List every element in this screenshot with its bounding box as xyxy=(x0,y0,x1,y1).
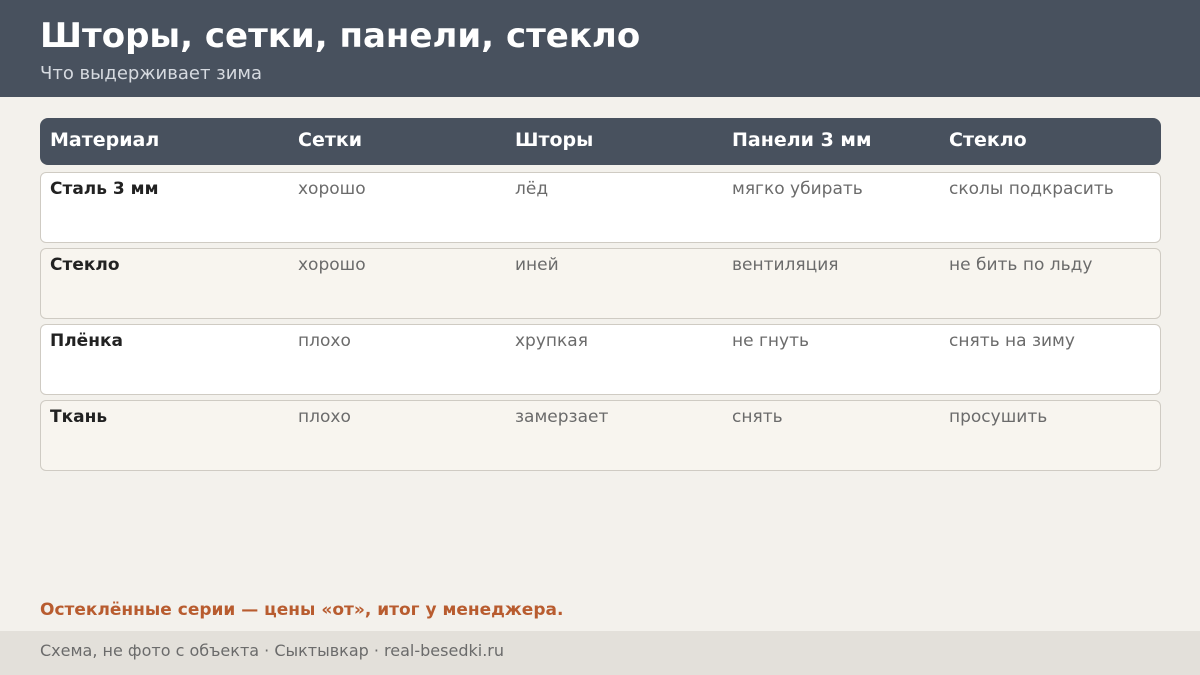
column-header-panels: Панели 3 мм xyxy=(732,129,872,151)
column-header-nets: Сетки xyxy=(298,129,363,151)
table-cell: иней xyxy=(515,255,559,275)
table-cell: снять xyxy=(732,407,783,427)
material-cell: Сталь 3 мм xyxy=(50,179,159,199)
table-row: Плёнка плохо хрупкая не гнуть снять на з… xyxy=(40,324,1161,395)
table-cell: не гнуть xyxy=(732,331,810,351)
table-row: Стекло хорошо иней вентиляция не бить по… xyxy=(40,248,1161,319)
table-cell: снять на зиму xyxy=(949,331,1075,351)
table-cell: плохо xyxy=(298,331,351,351)
table-cell: сколы подкрасить xyxy=(949,179,1114,199)
column-header-glass: Стекло xyxy=(949,129,1027,151)
table-cell: не бить по льду xyxy=(949,255,1093,275)
table-row: Сталь 3 мм хорошо лёд мягко убирать скол… xyxy=(40,172,1161,243)
page-subtitle: Что выдерживает зима xyxy=(40,63,263,84)
table-cell: мягко убирать xyxy=(732,179,863,199)
table-cell: лёд xyxy=(515,179,549,199)
table-cell: замерзает xyxy=(515,407,609,427)
table-cell: хорошо xyxy=(298,179,366,199)
material-cell: Плёнка xyxy=(50,331,123,351)
column-header-material: Материал xyxy=(50,129,160,151)
table-header: Материал Сетки Шторы Панели 3 мм Стекло xyxy=(40,118,1161,165)
page-header: Шторы, сетки, панели, стекло Что выдержи… xyxy=(0,0,1200,97)
table-row: Ткань плохо замерзает снять просушить xyxy=(40,400,1161,471)
footer-caption: Схема, не фото с объекта · Сыктывкар · r… xyxy=(40,641,504,660)
table-cell: плохо xyxy=(298,407,351,427)
material-cell: Ткань xyxy=(50,407,108,427)
page-title: Шторы, сетки, панели, стекло xyxy=(40,16,641,56)
price-note: Остеклённые серии — цены «от», итог у ме… xyxy=(40,600,564,620)
page-footer: Схема, не фото с объекта · Сыктывкар · r… xyxy=(0,631,1200,675)
table-cell: просушить xyxy=(949,407,1048,427)
table-cell: хрупкая xyxy=(515,331,588,351)
column-header-curtains: Шторы xyxy=(515,129,594,151)
material-cell: Стекло xyxy=(50,255,120,275)
table-cell: хорошо xyxy=(298,255,366,275)
table-cell: вентиляция xyxy=(732,255,839,275)
